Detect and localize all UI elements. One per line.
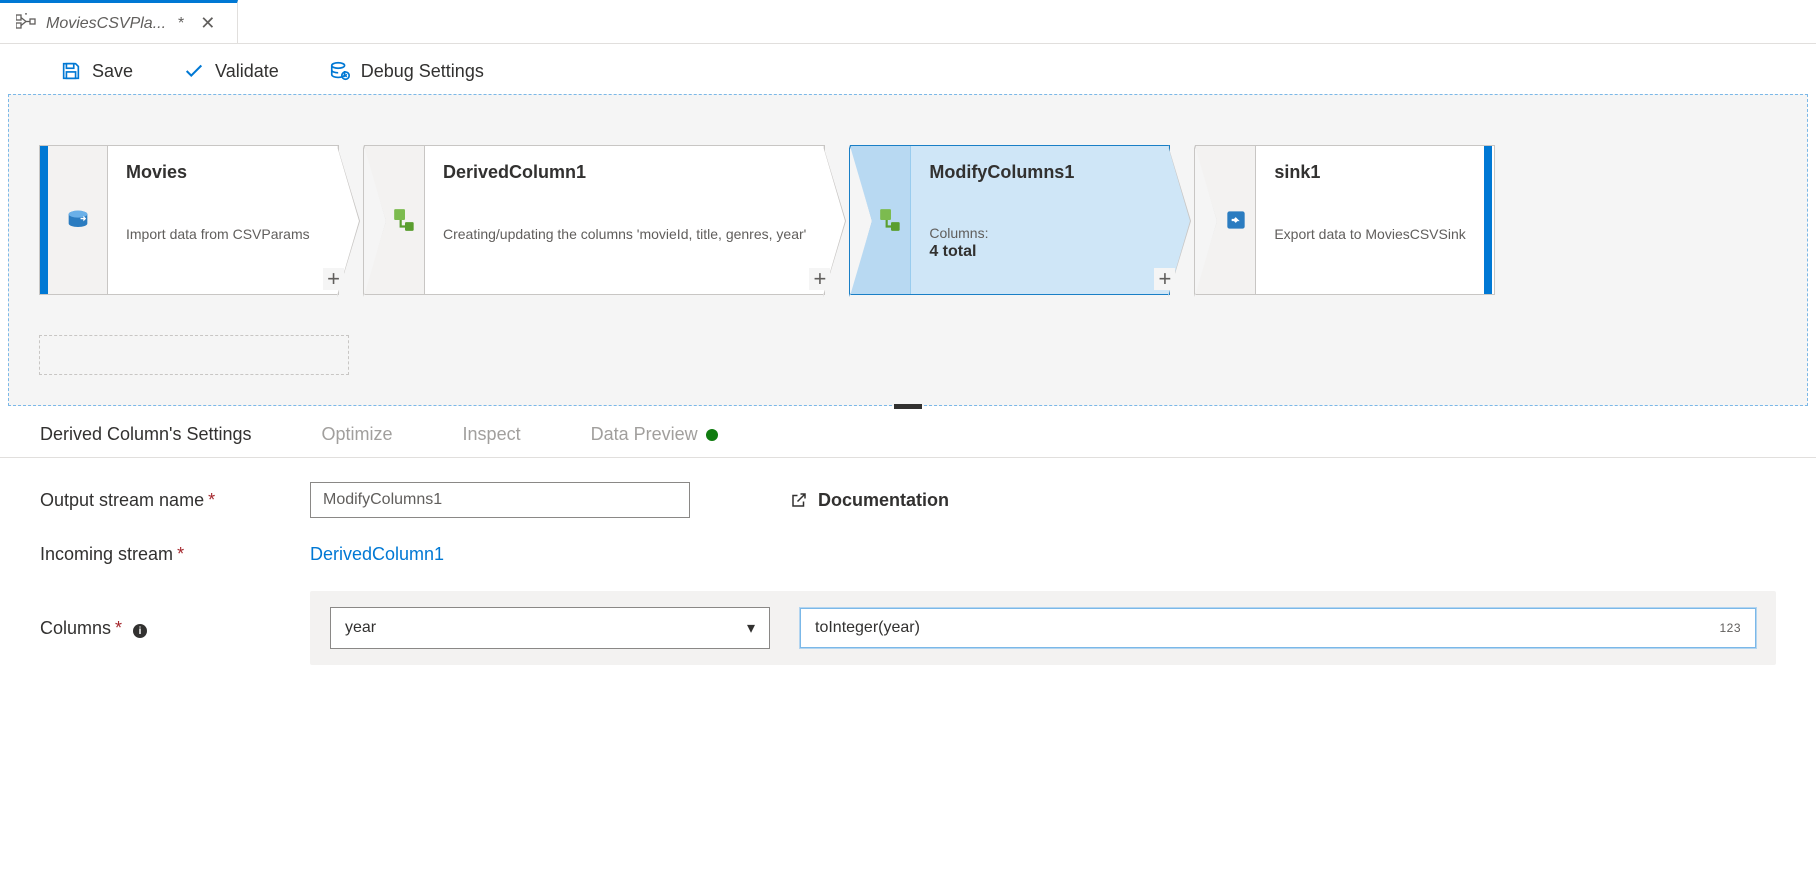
node-description: Creating/updating the columns 'movieId, … — [443, 225, 806, 243]
output-stream-label: Output stream name* — [40, 490, 270, 511]
node-accent-bar — [40, 146, 48, 294]
add-step-button[interactable]: + — [1154, 268, 1175, 290]
flow-node-derived[interactable]: DerivedColumn1 Creating/updating the col… — [364, 145, 825, 295]
debug-settings-icon — [329, 60, 351, 82]
validate-button[interactable]: Validate — [183, 60, 279, 82]
node-title: ModifyColumns1 — [929, 162, 1113, 183]
node-sublabel: Columns: — [929, 225, 1113, 241]
sink-icon — [1196, 146, 1256, 294]
incoming-stream-link[interactable]: DerivedColumn1 — [310, 544, 444, 565]
save-icon — [60, 60, 82, 82]
info-icon[interactable]: i — [133, 624, 147, 638]
add-step-button[interactable]: + — [809, 268, 830, 290]
status-dot-icon — [706, 429, 718, 441]
tab-bar: MoviesCSVPla... * ✕ — [0, 0, 1816, 44]
tab-data-preview[interactable]: Data Preview — [591, 424, 718, 445]
documentation-link[interactable]: Documentation — [790, 490, 949, 511]
panel-resize-handle[interactable] — [894, 404, 922, 409]
node-description: Import data from CSVParams — [126, 225, 310, 243]
incoming-stream-label: Incoming stream* — [40, 544, 270, 565]
node-title: Movies — [126, 162, 310, 183]
debug-settings-button[interactable]: Debug Settings — [329, 60, 484, 82]
tab-inspect[interactable]: Inspect — [463, 424, 521, 445]
check-icon — [183, 60, 205, 82]
settings-panel: Output stream name* Documentation Incomi… — [0, 458, 1816, 715]
tab-title: MoviesCSVPla... — [46, 15, 166, 33]
file-tab[interactable]: MoviesCSVPla... * ✕ — [0, 0, 238, 44]
type-badge: 123 — [1719, 621, 1741, 635]
node-title: sink1 — [1274, 162, 1465, 183]
toolbar: Save Validate Debug Settings — [0, 44, 1816, 94]
derived-column-icon — [365, 146, 425, 294]
external-link-icon — [790, 491, 808, 509]
tab-settings[interactable]: Derived Column's Settings — [40, 424, 252, 445]
source-icon — [48, 146, 108, 294]
save-button[interactable]: Save — [60, 60, 133, 82]
columns-label: Columns* i — [40, 618, 270, 639]
flow-node-sink[interactable]: sink1 Export data to MoviesCSVSink — [1195, 145, 1495, 295]
node-title: DerivedColumn1 — [443, 162, 806, 183]
dataflow-icon — [16, 13, 36, 34]
node-description: Export data to MoviesCSVSink — [1274, 225, 1465, 243]
node-subvalue: 4 total — [929, 243, 1113, 261]
flow-row: Movies Import data from CSVParams + Deri… — [39, 145, 1777, 295]
columns-editor: year ▾ toInteger(year) 123 — [310, 591, 1776, 665]
settings-tabs: Derived Column's Settings Optimize Inspe… — [0, 406, 1816, 458]
tab-modified-indicator: * — [178, 15, 184, 33]
flow-node-source[interactable]: Movies Import data from CSVParams + — [39, 145, 339, 295]
column-name-select[interactable]: year ▾ — [330, 607, 770, 649]
ghost-drop-zone[interactable] — [39, 335, 349, 375]
chevron-down-icon: ▾ — [747, 618, 755, 638]
add-step-button[interactable]: + — [323, 268, 344, 290]
close-icon[interactable]: ✕ — [194, 11, 221, 36]
flow-node-modify-selected[interactable]: ModifyColumns1 Columns: 4 total + — [850, 145, 1170, 295]
dataflow-canvas[interactable]: Movies Import data from CSVParams + Deri… — [8, 94, 1808, 406]
node-accent-bar — [1484, 146, 1492, 294]
column-expression-input[interactable]: toInteger(year) 123 — [800, 608, 1756, 648]
tab-optimize[interactable]: Optimize — [322, 424, 393, 445]
output-stream-input[interactable] — [310, 482, 690, 518]
derived-column-icon — [851, 146, 911, 294]
